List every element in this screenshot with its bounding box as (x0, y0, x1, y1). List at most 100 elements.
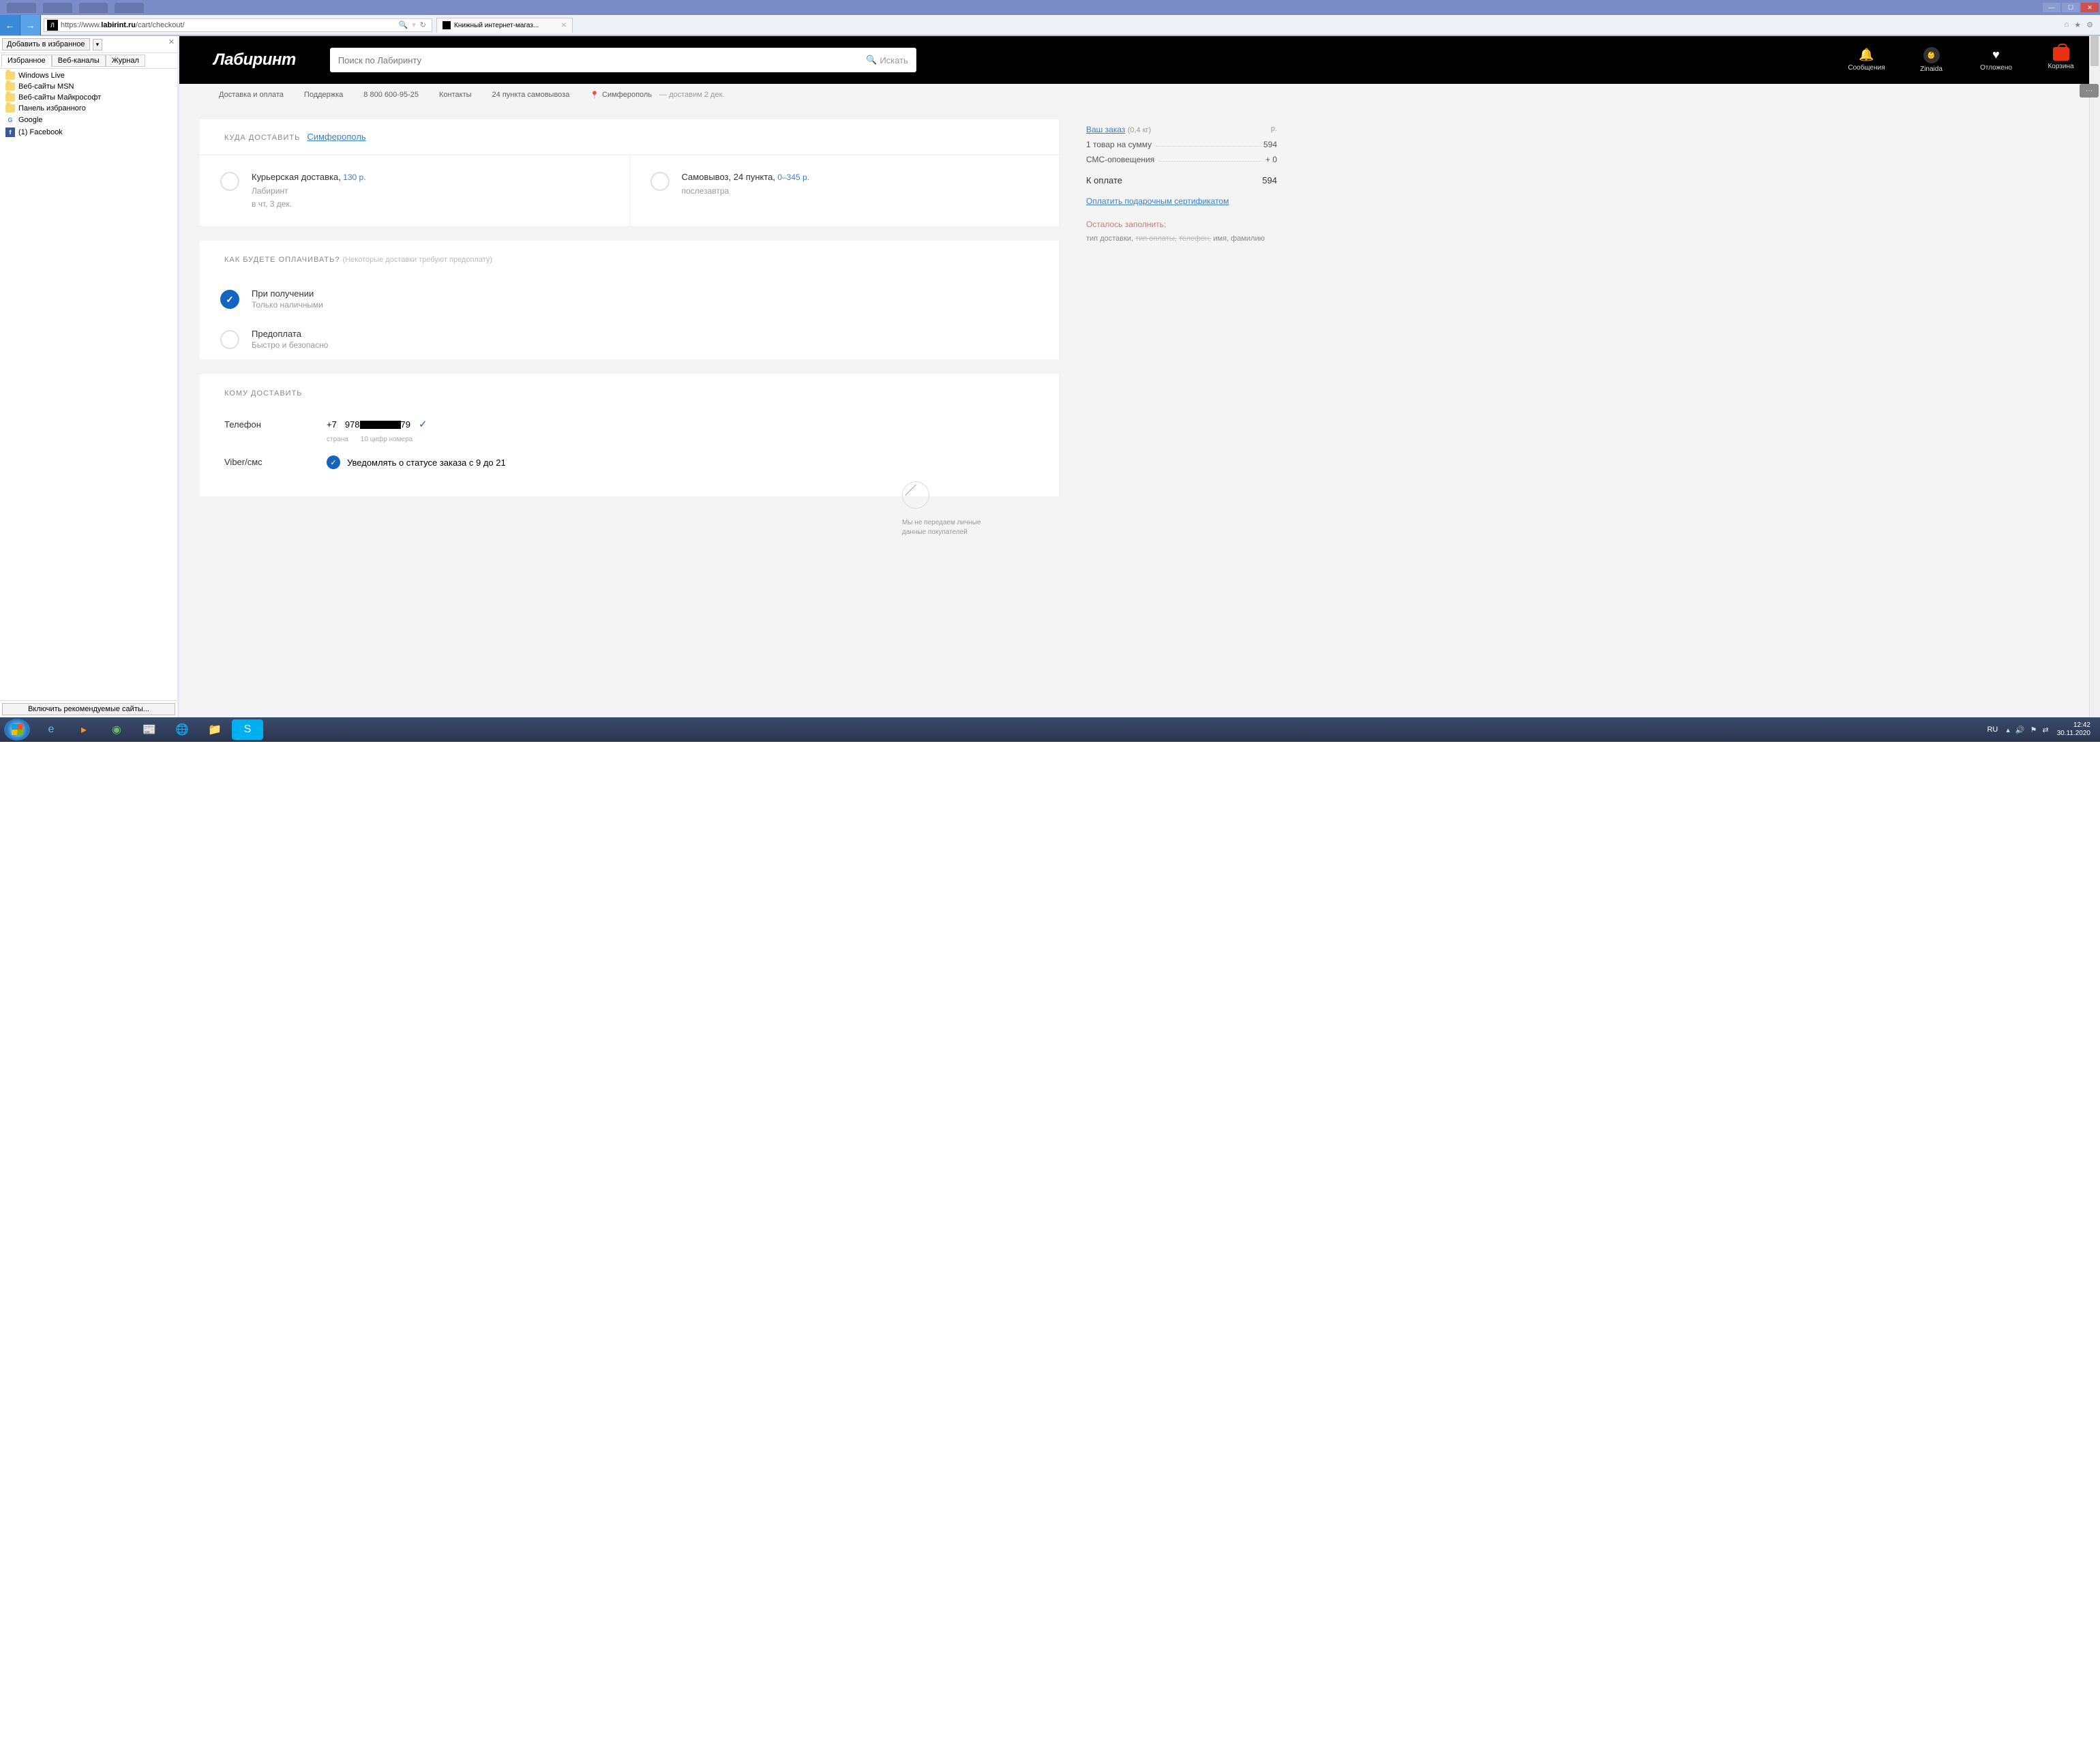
home-icon[interactable]: ⌂ (2065, 20, 2069, 29)
forward-button[interactable]: → (20, 15, 41, 35)
taskbar-chrome-icon[interactable]: 🌐 (166, 719, 198, 740)
radio-icon[interactable] (220, 172, 239, 191)
checkbox-checked-icon[interactable] (327, 455, 340, 469)
tab-close-icon[interactable]: ✕ (561, 22, 567, 29)
subnav-location[interactable]: 📍 Симферополь — доставим 2 дек. (590, 91, 724, 100)
phone-label: Телефон (224, 418, 327, 430)
extension-icon[interactable]: ⋯ (2080, 84, 2099, 98)
redacted-icon (360, 421, 401, 429)
enable-suggested-sites-button[interactable]: Включить рекомендуемые сайты... (2, 703, 175, 715)
tray-flag-icon[interactable]: ⚑ (2030, 726, 2037, 734)
favorite-item[interactable]: GGoogle (0, 114, 177, 126)
browser-tab[interactable]: Книжный интернет-магаз... ✕ (436, 18, 573, 33)
back-button[interactable]: ← (0, 15, 20, 35)
recipient-section: КОМУ ДОСТАВИТЬ Телефон +7 97879 ✓ (200, 374, 1059, 496)
tab-title: Книжный интернет-магаз... (454, 22, 539, 29)
clock[interactable]: 12:42 30.11.2020 (2057, 721, 2096, 738)
sidebar-tab-favorites[interactable]: Избранное (1, 55, 52, 67)
ghost-tab (7, 3, 36, 13)
subnav-link[interactable]: 24 пункта самовывоза (492, 91, 570, 99)
payment-option-on-receipt[interactable]: При получении Только наличными (200, 279, 1059, 319)
search-button[interactable]: 🔍 Искать (866, 55, 908, 65)
language-indicator[interactable]: RU (1987, 726, 1998, 734)
check-icon: ✓ (419, 418, 427, 430)
pin-icon: 📍 (590, 91, 599, 100)
folder-icon (5, 83, 15, 91)
window-minimize-button[interactable]: — (2043, 3, 2060, 12)
todo-heading: Осталось заполнить: (1086, 220, 1277, 229)
radio-icon[interactable] (220, 330, 239, 349)
tray-volume-icon[interactable]: 🔊 (2015, 726, 2025, 734)
favorite-item[interactable]: f(1) Facebook (0, 126, 177, 138)
subnav-link[interactable]: Контакты (439, 91, 472, 99)
settings-icon[interactable]: ⚙ (2086, 20, 2093, 29)
radio-checked-icon[interactable] (220, 290, 239, 309)
site-header: Лабиринт 🔍 Искать 🔔 Сообщения 👶 Zinaida (179, 36, 2100, 84)
order-line-label: СМС-оповещения (1086, 155, 1154, 164)
window-titlebar: — ☐ ✕ (0, 0, 2100, 15)
your-order-link[interactable]: Ваш заказ (1086, 125, 1125, 134)
payment-section: КАК БУДЕТЕ ОПЛАЧИВАТЬ? (Некоторые достав… (200, 241, 1059, 359)
add-favorite-button[interactable]: Добавить в избранное (2, 38, 90, 50)
ghost-tab (43, 3, 72, 13)
tab-favicon-icon (442, 21, 451, 29)
order-line-value: 594 (1263, 140, 1277, 149)
delivery-option-courier[interactable]: Курьерская доставка, 130 р. Лабиринт в ч… (200, 155, 630, 226)
window-maximize-button[interactable]: ☐ (2062, 3, 2080, 12)
header-cart[interactable]: Корзина (2028, 47, 2093, 73)
section-delivery-head: КУДА ДОСТАВИТЬ Симферополь (200, 119, 1059, 154)
favorite-item[interactable]: Панель избранного (0, 103, 177, 114)
address-bar[interactable]: Л https://www.labirint.ru/cart/checkout/… (44, 18, 432, 32)
payment-option-prepay[interactable]: Предоплата Быстро и безопасно (200, 319, 1059, 359)
tray-up-icon[interactable]: ▴ (2006, 726, 2010, 734)
taskbar-explorer-icon[interactable]: 📁 (199, 719, 230, 740)
search-icon[interactable]: 🔍 (399, 20, 408, 29)
browser-toolbar: ← → Л https://www.labirint.ru/cart/check… (0, 15, 2100, 35)
taskbar-media-icon[interactable]: ▸ (68, 719, 100, 740)
refresh-icon[interactable]: ↻ (420, 20, 426, 29)
gift-certificate-link[interactable]: Оплатить подарочным сертификатом (1086, 195, 1277, 207)
favorite-item[interactable]: Веб-сайты Майкрософт (0, 92, 177, 103)
header-messages[interactable]: 🔔 Сообщения (1834, 47, 1899, 73)
country-code[interactable]: +7 (327, 419, 337, 430)
favorite-item[interactable]: Windows Live (0, 70, 177, 81)
ghost-tab (115, 3, 144, 13)
scrollbar[interactable] (2089, 36, 2100, 717)
order-summary: Ваш заказ (0,4 кг) р. 1 товар на сумму 5… (1086, 119, 1277, 704)
search-box: 🔍 Искать (330, 48, 916, 72)
taskbar-generic-icon[interactable]: 📰 (134, 719, 165, 740)
avatar-icon: 👶 (1923, 47, 1940, 63)
tray-network-icon[interactable]: ⇄ (2042, 726, 2048, 734)
viber-label: Viber/смс (224, 455, 327, 467)
window-close-button[interactable]: ✕ (2081, 3, 2099, 12)
facebook-icon: f (5, 128, 15, 137)
search-input[interactable] (338, 55, 866, 65)
sidebar-tab-journal[interactable]: Журнал (106, 55, 145, 67)
radio-icon[interactable] (650, 172, 670, 191)
phone-field[interactable]: 97879 (345, 419, 410, 430)
taskbar-ie-icon[interactable]: e (35, 719, 67, 740)
add-favorite-dropdown[interactable]: ▾ (93, 39, 103, 50)
privacy-note: Мы не передаем личные данные покупателей (902, 481, 997, 537)
taskbar-skype-icon[interactable]: S (232, 719, 263, 740)
start-button[interactable] (4, 719, 30, 741)
subnav-link[interactable]: Доставка и оплата (219, 91, 284, 99)
order-line-label: 1 товар на сумму (1086, 140, 1152, 149)
favorites-icon[interactable]: ★ (2074, 20, 2081, 29)
logo[interactable]: Лабиринт (213, 50, 296, 70)
favorite-item[interactable]: Веб-сайты MSN (0, 81, 177, 92)
subnav-link[interactable]: Поддержка (304, 91, 343, 99)
subnav-phone[interactable]: 8 800 600-95-25 (363, 91, 419, 99)
hint-country: страна (327, 436, 348, 443)
header-deferred[interactable]: ♥ Отложено (1964, 47, 2028, 73)
taskbar-generic-icon[interactable]: ◉ (101, 719, 132, 740)
city-link[interactable]: Симферополь (307, 132, 365, 142)
taskbar: e ▸ ◉ 📰 🌐 📁 S RU ▴ 🔊 ⚑ ⇄ 12:42 30.11.202… (0, 717, 2100, 742)
favicon-icon: Л (47, 20, 58, 31)
google-icon: G (5, 115, 15, 125)
delivery-option-pickup[interactable]: Самовывоз, 24 пункта, 0–345 р. послезавт… (630, 155, 1060, 226)
folder-icon (5, 104, 15, 113)
sidebar-tab-feeds[interactable]: Веб-каналы (52, 55, 106, 67)
header-user[interactable]: 👶 Zinaida (1899, 47, 1964, 73)
sidebar-close-icon[interactable]: ✕ (168, 38, 175, 46)
